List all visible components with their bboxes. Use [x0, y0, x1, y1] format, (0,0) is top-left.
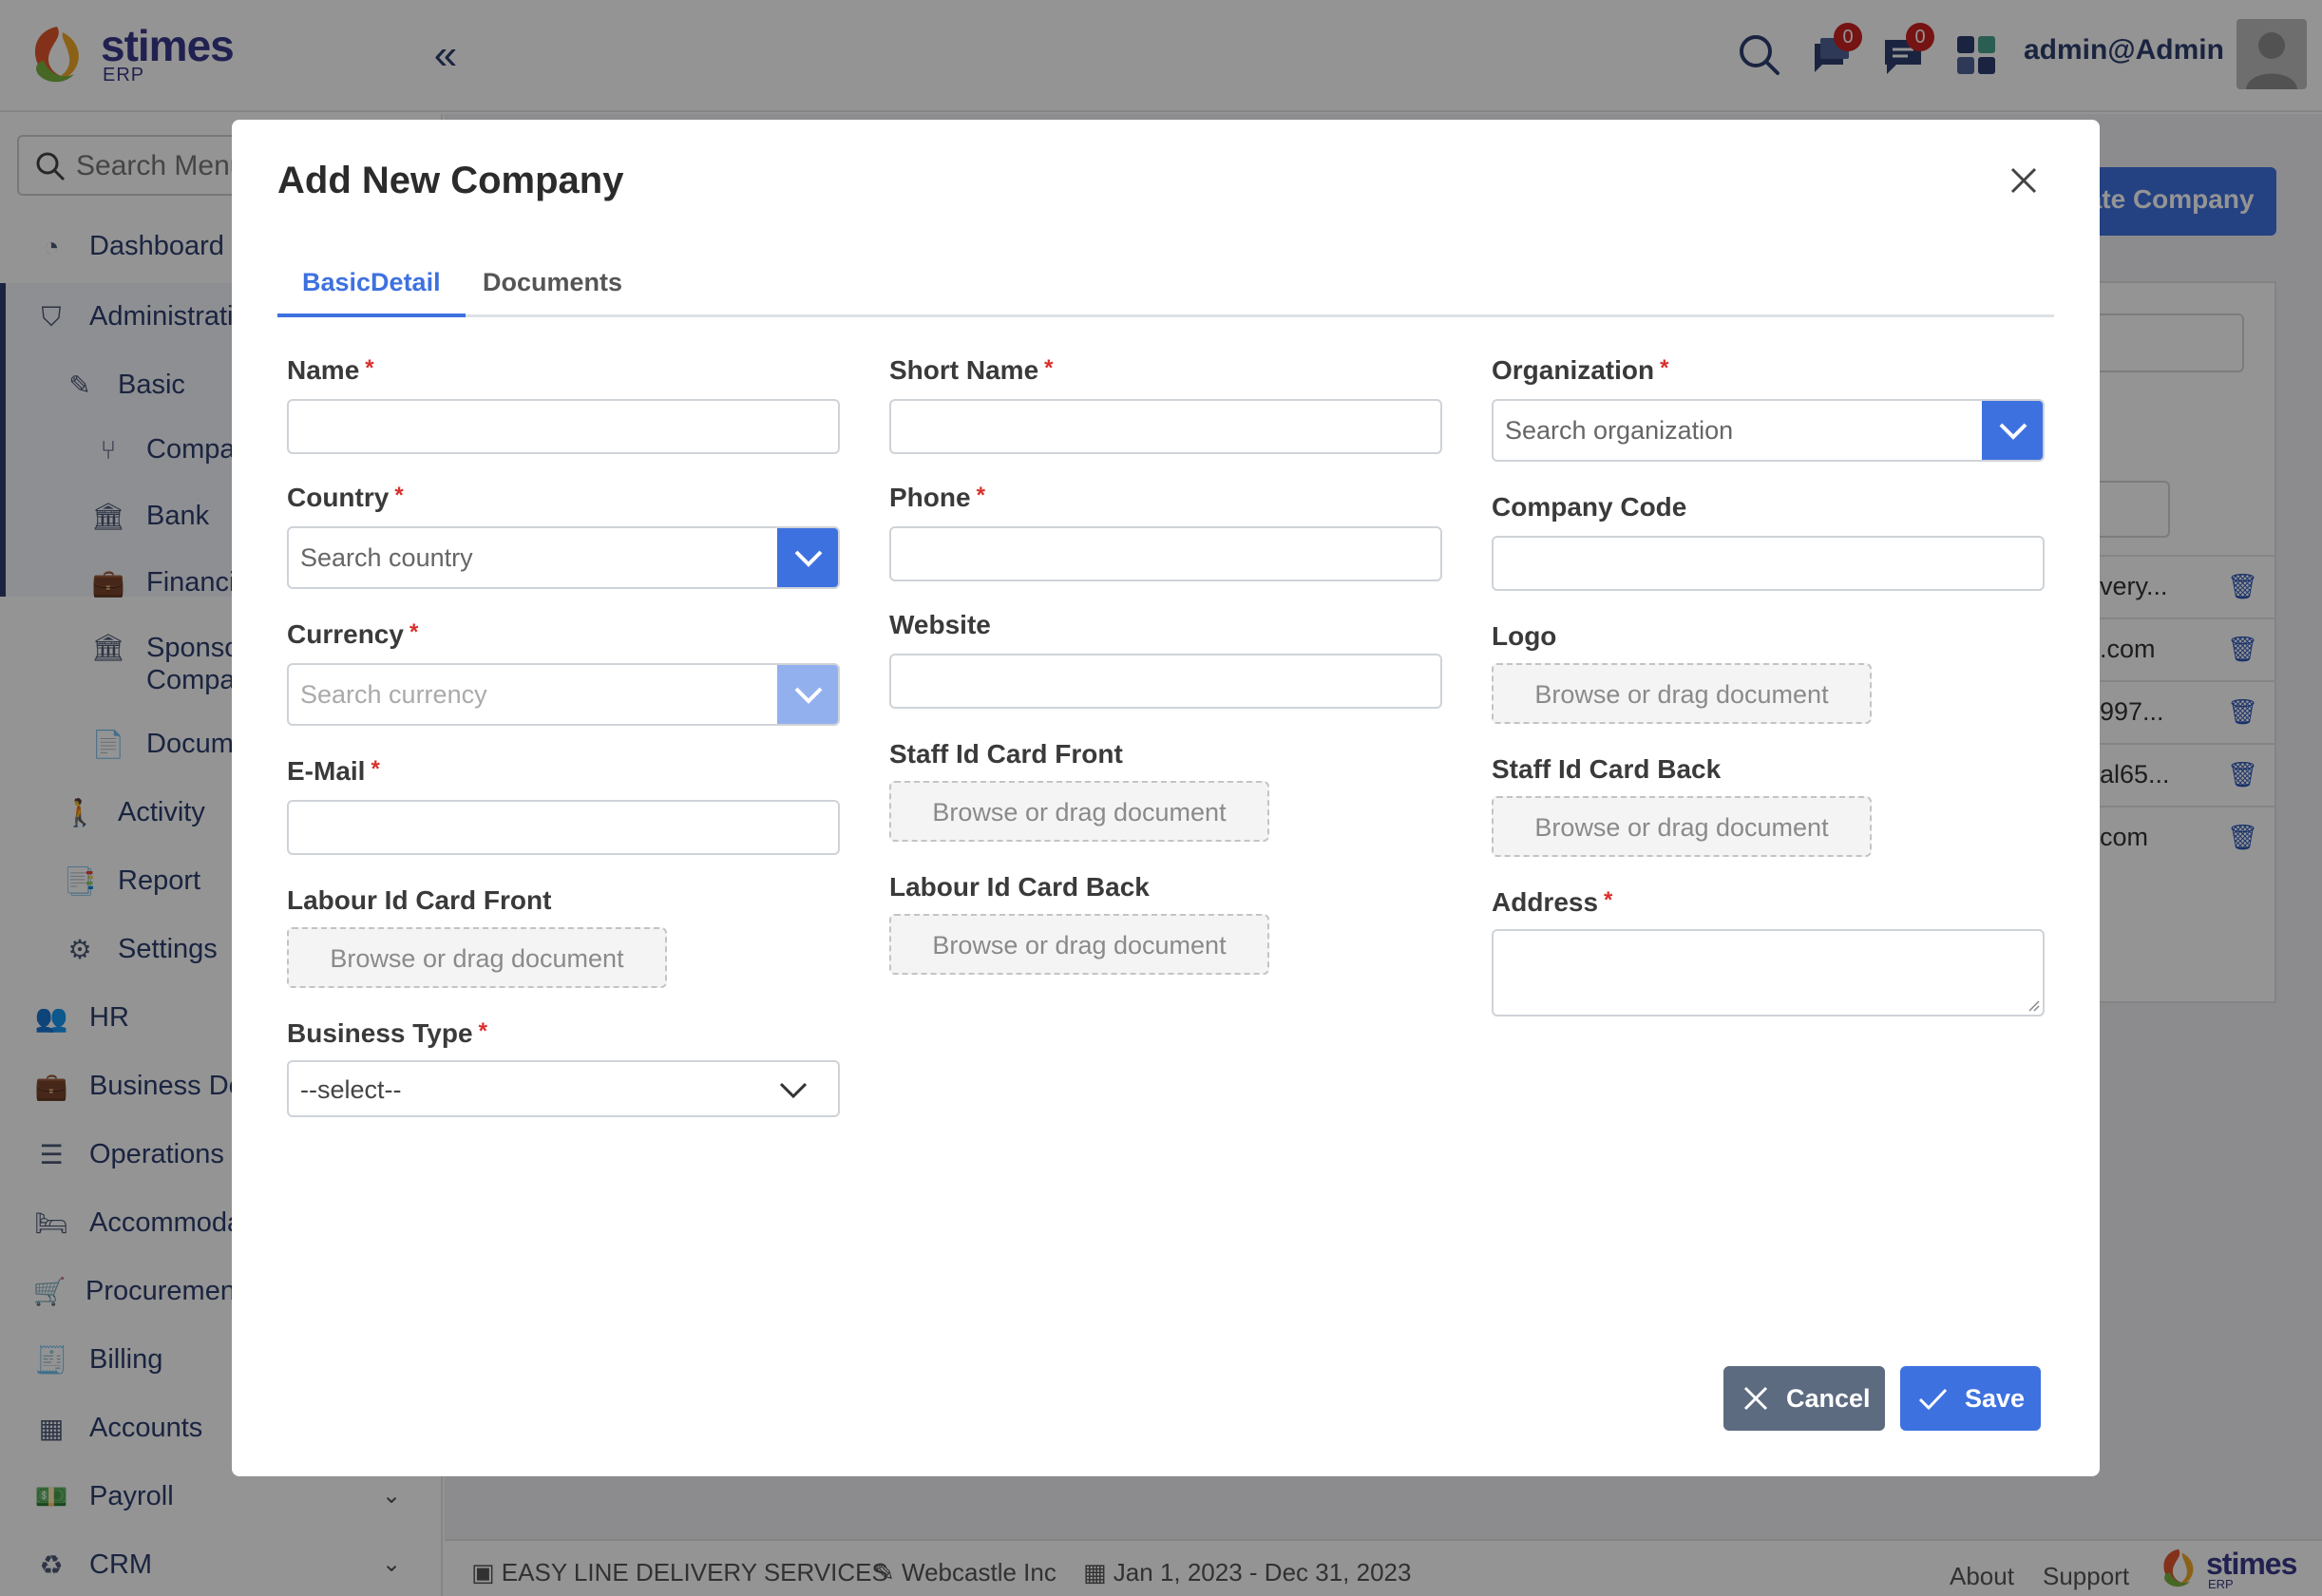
modal-title: Add New Company: [277, 160, 624, 201]
chevron-down-icon: [1999, 423, 2027, 440]
add-company-modal: Add New Company BasicDetail Documents Na…: [232, 120, 2100, 1476]
country-label: Country *: [287, 483, 404, 513]
business-type-value: --select--: [300, 1075, 402, 1104]
save-label: Save: [1965, 1384, 2026, 1413]
organization-dropdown-button[interactable]: [1982, 401, 2043, 460]
address-textarea[interactable]: [1492, 929, 2045, 1016]
country-combobox[interactable]: Search country: [287, 526, 840, 589]
required-marker: *: [1604, 887, 1613, 913]
currency-label-text: Currency: [287, 619, 404, 649]
required-marker: *: [1044, 355, 1054, 381]
country-dropdown-button[interactable]: [777, 528, 838, 587]
required-marker: *: [478, 1018, 487, 1044]
modal-tabs: BasicDetail Documents: [277, 253, 2054, 317]
short-name-input[interactable]: [889, 399, 1442, 454]
name-label: Name *: [287, 355, 374, 386]
phone-label: Phone *: [889, 483, 985, 513]
currency-placeholder: Search currency: [300, 680, 487, 709]
country-label-text: Country: [287, 483, 390, 512]
required-marker: *: [1660, 355, 1669, 381]
save-button[interactable]: Save: [1900, 1366, 2041, 1431]
cancel-button[interactable]: Cancel: [1723, 1366, 1885, 1431]
address-label: Address *: [1492, 887, 1612, 918]
labour-front-dropzone[interactable]: Browse or drag document: [287, 927, 667, 988]
business-type-label-text: Business Type: [287, 1018, 473, 1048]
organization-label: Organization *: [1492, 355, 1668, 386]
email-field[interactable]: [287, 800, 840, 855]
currency-dropdown-button[interactable]: [777, 665, 838, 724]
staff-back-dropzone[interactable]: Browse or drag document: [1492, 796, 1872, 857]
business-type-select[interactable]: --select--: [287, 1060, 840, 1117]
close-icon[interactable]: [2005, 162, 2043, 200]
email-label: E-Mail *: [287, 756, 380, 787]
country-placeholder: Search country: [300, 543, 473, 572]
required-marker: *: [409, 619, 419, 645]
tab-documents[interactable]: Documents: [458, 253, 647, 317]
close-icon: [1743, 1386, 1768, 1411]
website-label: Website: [889, 610, 991, 639]
logo-dropzone[interactable]: Browse or drag document: [1492, 663, 1872, 724]
staff-front-dropzone[interactable]: Browse or drag document: [889, 781, 1269, 842]
company-code-input[interactable]: [1492, 536, 2045, 591]
phone-label-text: Phone: [889, 483, 971, 512]
labour-front-label: Labour Id Card Front: [287, 885, 552, 915]
logo-label: Logo: [1492, 621, 1557, 651]
email-label-text: E-Mail: [287, 756, 366, 786]
resize-handle-icon[interactable]: [2027, 999, 2041, 1013]
labour-back-dropzone[interactable]: Browse or drag document: [889, 914, 1269, 975]
chevron-down-icon: [794, 687, 823, 704]
staff-front-label: Staff Id Card Front: [889, 739, 1123, 769]
organization-combobox[interactable]: Search organization: [1492, 399, 2045, 462]
company-code-label: Company Code: [1492, 492, 1687, 522]
website-input[interactable]: [889, 654, 1442, 709]
required-marker: *: [371, 756, 380, 782]
phone-input[interactable]: [889, 526, 1442, 581]
required-marker: *: [365, 355, 374, 381]
required-marker: *: [976, 483, 985, 508]
tab-basic-detail[interactable]: BasicDetail: [277, 253, 466, 317]
labour-back-label: Labour Id Card Back: [889, 872, 1150, 902]
chevron-down-icon: [779, 1082, 808, 1099]
name-input[interactable]: [287, 399, 840, 454]
cancel-label: Cancel: [1786, 1384, 1871, 1413]
business-type-label: Business Type *: [287, 1018, 487, 1049]
organization-label-text: Organization: [1492, 355, 1655, 385]
staff-back-label: Staff Id Card Back: [1492, 754, 1722, 784]
currency-label: Currency *: [287, 619, 418, 650]
short-name-label-text: Short Name: [889, 355, 1039, 385]
organization-placeholder: Search organization: [1505, 416, 1734, 445]
required-marker: *: [394, 483, 404, 508]
short-name-label: Short Name *: [889, 355, 1054, 386]
name-label-text: Name: [287, 355, 360, 385]
currency-combobox[interactable]: Search currency: [287, 663, 840, 726]
address-label-text: Address: [1492, 887, 1599, 917]
check-icon: [1918, 1388, 1948, 1411]
chevron-down-icon: [794, 550, 823, 567]
